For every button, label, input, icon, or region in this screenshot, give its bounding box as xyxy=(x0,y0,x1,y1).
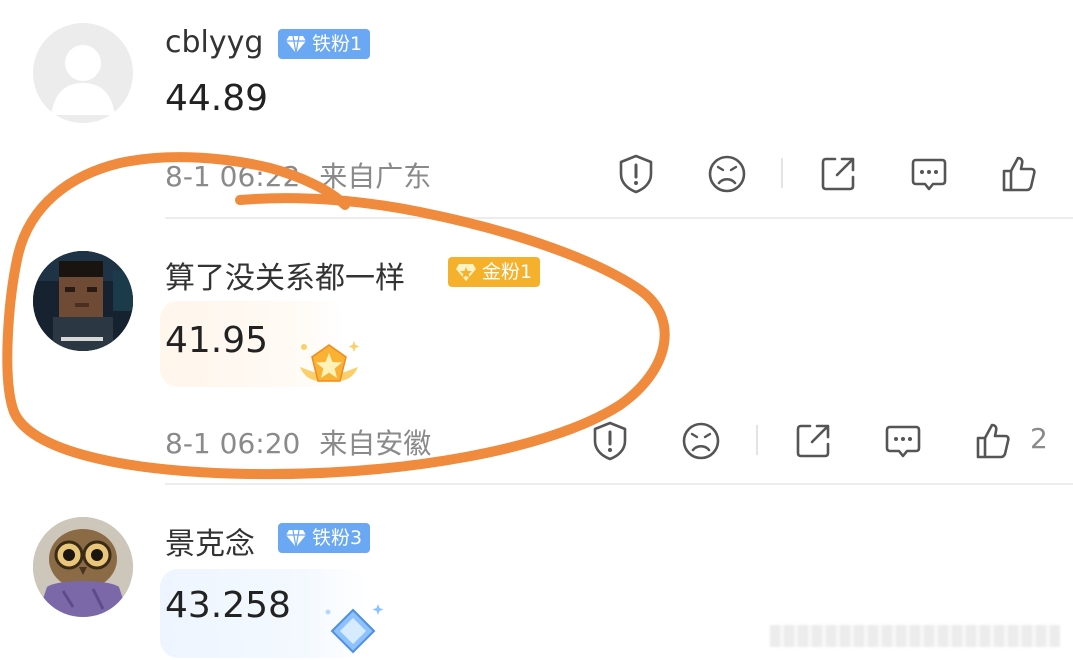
default-avatar-icon xyxy=(33,23,133,123)
comment-item: 景克念 铁粉3 43.258 xyxy=(0,485,1073,658)
comment-time: 8-1 06:20 xyxy=(165,427,301,460)
comment-location: 来自安徽 xyxy=(319,427,432,460)
comment-text: 41.95 xyxy=(165,320,269,361)
gold-fan-icon xyxy=(456,264,476,281)
divider xyxy=(781,158,783,188)
avatar[interactable] xyxy=(33,251,133,351)
comment-item: cblyyg 铁粉1 44.89 8-1 06:22 来自广东 xyxy=(0,0,1073,218)
report-icon[interactable] xyxy=(588,419,632,463)
badge-label: 金粉1 xyxy=(482,261,533,283)
comment-meta: 8-1 06:22 来自广东 xyxy=(165,155,431,195)
like-count: 2 xyxy=(1030,422,1048,455)
diamond-icon xyxy=(286,35,306,54)
fan-badge[interactable]: 铁粉3 xyxy=(278,523,371,553)
blurred-overlay xyxy=(770,625,1060,647)
comment-text: 44.89 xyxy=(165,78,269,119)
avatar[interactable] xyxy=(33,23,133,123)
diamond-medal-icon xyxy=(325,604,384,654)
share-icon[interactable] xyxy=(791,419,835,463)
fan-badge[interactable]: 金粉1 xyxy=(448,257,541,287)
fan-badge[interactable]: 铁粉1 xyxy=(278,29,371,59)
reply-icon[interactable] xyxy=(907,152,951,196)
avatar-image xyxy=(33,251,133,351)
badge-label: 铁粉1 xyxy=(312,33,363,55)
avatar-image xyxy=(33,517,133,617)
gold-medal-icon xyxy=(300,341,360,382)
dislike-face-icon[interactable] xyxy=(679,419,723,463)
reply-icon[interactable] xyxy=(881,419,925,463)
badge-label: 铁粉3 xyxy=(312,527,363,549)
comment-meta: 8-1 06:20 来自安徽 xyxy=(165,422,431,462)
comment-location: 来自广东 xyxy=(319,160,432,193)
like-icon[interactable] xyxy=(971,419,1015,463)
diamond-icon xyxy=(286,529,306,548)
share-icon[interactable] xyxy=(816,152,860,196)
comment-item: 算了没关系都一样 金粉1 41.95 8-1 06:20 来自安徽 2 xyxy=(0,219,1073,483)
avatar[interactable] xyxy=(33,517,133,617)
like-icon[interactable] xyxy=(997,152,1041,196)
username[interactable]: 景克念 xyxy=(165,519,255,563)
divider xyxy=(756,425,758,455)
username[interactable]: cblyyg xyxy=(165,25,263,60)
comment-text: 43.258 xyxy=(165,585,291,626)
comment-time: 8-1 06:22 xyxy=(165,160,301,193)
dislike-face-icon[interactable] xyxy=(705,152,749,196)
username[interactable]: 算了没关系都一样 xyxy=(165,253,405,297)
report-icon[interactable] xyxy=(614,152,658,196)
